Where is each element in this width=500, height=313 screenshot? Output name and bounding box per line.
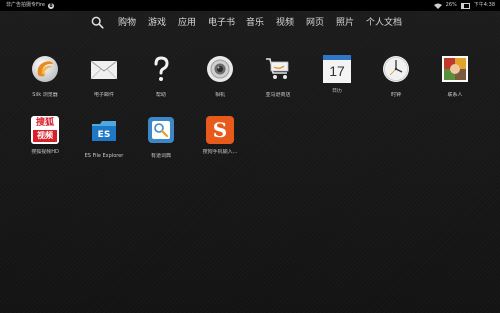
- app-contacts[interactable]: 联系人: [425, 55, 485, 98]
- camera-lens-icon: [207, 56, 233, 82]
- search-icon[interactable]: [91, 16, 104, 29]
- app-calendar[interactable]: 17 日历: [307, 55, 367, 94]
- sogou-text: S: [212, 118, 228, 142]
- app-silk-browser[interactable]: Silk 浏览器: [15, 55, 75, 98]
- sohu-text-bottom: 视频: [33, 130, 57, 142]
- nav-documents[interactable]: 个人文档: [366, 17, 402, 29]
- carrier-label: 非广告拍摄专Fire: [6, 2, 45, 8]
- status-left: 非广告拍摄专Fire 8: [6, 0, 54, 11]
- app-label: 日历: [331, 88, 342, 94]
- nav-web[interactable]: 网页: [306, 17, 324, 29]
- sohu-video-icon: 搜狐 视频: [31, 116, 59, 144]
- es-file-explorer-icon: ES: [92, 121, 116, 141]
- app-label: 搜狗手机输入...: [202, 149, 238, 155]
- app-email[interactable]: 电子邮件: [74, 55, 134, 98]
- calendar-icon: 17: [323, 55, 351, 83]
- nav-shopping[interactable]: 购物: [118, 17, 136, 29]
- youdao-dictionary-icon: [148, 117, 174, 143]
- app-camera[interactable]: 相机: [190, 55, 250, 98]
- app-label: ES File Explorer: [84, 153, 124, 159]
- nav-apps[interactable]: 应用: [178, 17, 196, 29]
- sohu-text-top: 搜狐: [35, 118, 54, 128]
- app-label: 联系人: [447, 92, 463, 98]
- app-es-file-explorer[interactable]: ES ES File Explorer: [74, 116, 134, 159]
- app-help[interactable]: 帮助: [131, 55, 191, 98]
- es-text: ES: [98, 130, 111, 140]
- nav-ebooks[interactable]: 电子书: [208, 17, 235, 29]
- clock-time: 下午4:38: [473, 2, 495, 8]
- silk-browser-icon: [32, 56, 58, 82]
- top-navigation: 购物 游戏 应用 电子书 音乐 视频 网页 照片 个人文档: [0, 11, 500, 35]
- calendar-day: 17: [329, 63, 345, 79]
- shopping-cart-icon: [266, 58, 289, 79]
- contacts-icon: [442, 56, 468, 82]
- status-right: 26% 下午4:38: [433, 0, 495, 11]
- app-label: Silk 浏览器: [32, 92, 58, 98]
- app-label: 相机: [214, 92, 225, 98]
- notification-badge[interactable]: 8: [47, 2, 54, 9]
- status-bar: 非广告拍摄专Fire 8 26% 下午4:38: [0, 0, 500, 11]
- battery-icon: [460, 2, 470, 9]
- nav-video[interactable]: 视频: [276, 17, 294, 29]
- app-youdao-dictionary[interactable]: 有道词典: [131, 116, 191, 159]
- app-amazon-store[interactable]: 亚马逊商店: [248, 55, 308, 98]
- app-label: 时钟: [390, 92, 401, 98]
- nav-music[interactable]: 音乐: [246, 17, 264, 29]
- wifi-icon: [433, 3, 442, 9]
- sogou-input-icon: S: [206, 116, 234, 144]
- nav-games[interactable]: 游戏: [148, 17, 166, 29]
- app-label: 亚马逊商店: [265, 92, 291, 98]
- nav-photos[interactable]: 照片: [336, 17, 354, 29]
- email-envelope-icon: [90, 60, 118, 80]
- clock-icon: [383, 56, 409, 82]
- app-sohu-video[interactable]: 搜狐 视频 搜狐视频HD: [15, 116, 75, 155]
- app-label: 有道词典: [150, 153, 171, 159]
- app-clock[interactable]: 时钟: [366, 55, 426, 98]
- battery-percent: 26%: [445, 2, 457, 8]
- app-sogou-input[interactable]: S 搜狗手机输入...: [190, 116, 250, 155]
- help-question-icon: [154, 56, 169, 81]
- app-label: 搜狐视频HD: [31, 149, 59, 155]
- app-label: 帮助: [155, 92, 166, 98]
- app-label: 电子邮件: [93, 92, 114, 98]
